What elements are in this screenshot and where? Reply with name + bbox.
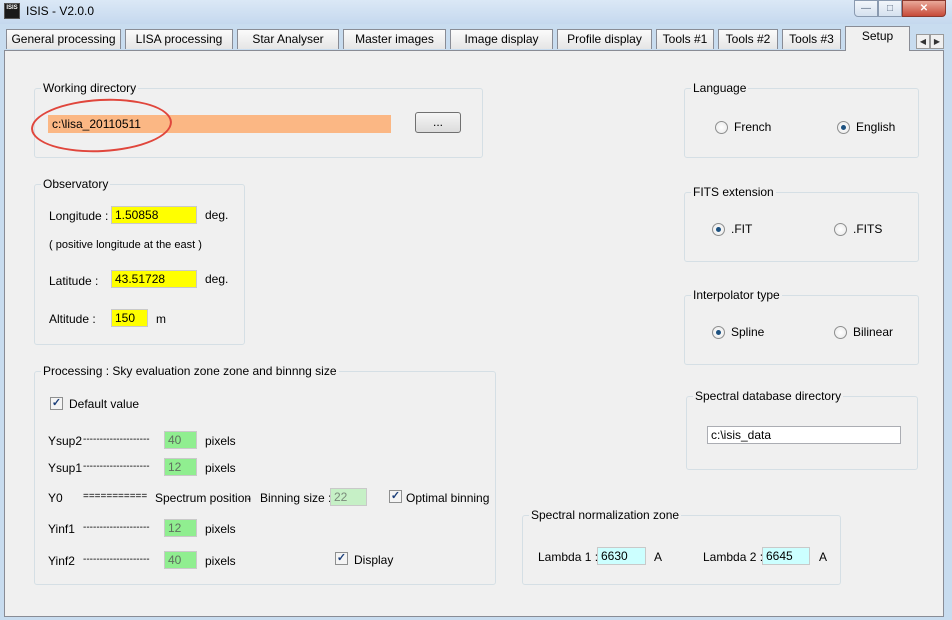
fit-label: .FIT — [731, 222, 753, 236]
tab-scroll-right-button[interactable]: ▶ — [930, 34, 944, 49]
interpolator-group: Interpolator type Spline Bilinear — [684, 288, 919, 365]
tab-profile-display[interactable]: Profile display — [557, 29, 652, 49]
lambda2-unit: A — [819, 550, 828, 564]
processing-title: Processing : Sky evaluation zone zone an… — [41, 364, 339, 378]
latitude-unit: deg. — [205, 272, 229, 286]
fits-extension-group: FITS extension .FIT .FITS — [684, 185, 919, 262]
spectral-database-input[interactable]: c:\isis_data — [707, 426, 901, 444]
yinf1-input[interactable]: 12 — [164, 519, 197, 537]
processing-group: Processing : Sky evaluation zone zone an… — [34, 364, 496, 585]
fits-radio[interactable] — [834, 223, 847, 236]
lambda2-label: Lambda 2 : — [703, 550, 764, 564]
yinf2-dashes: -------------------- — [83, 554, 150, 565]
altitude-unit: m — [156, 312, 166, 326]
yinf2-unit: pixels — [205, 554, 236, 568]
browse-button[interactable]: ... — [415, 112, 461, 133]
spectrum-position-label: Spectrum position — [155, 491, 252, 505]
y0-separator: - — [247, 491, 251, 505]
altitude-input[interactable]: 150 — [111, 309, 148, 327]
binning-size-label: Binning size : — [260, 491, 332, 505]
spline-radio[interactable] — [712, 326, 725, 339]
ysup2-dashes: -------------------- — [83, 434, 150, 445]
normalization-group: Spectral normalization zone Lambda 1 : 6… — [522, 508, 841, 585]
spline-label: Spline — [731, 325, 765, 339]
display-label: Display — [354, 553, 394, 567]
altitude-label: Altitude : — [49, 312, 96, 326]
longitude-unit: deg. — [205, 208, 229, 222]
bilinear-radio[interactable] — [834, 326, 847, 339]
language-group: Language French English — [684, 81, 919, 158]
english-label: English — [856, 120, 896, 134]
tab-setup[interactable]: Setup — [845, 26, 910, 51]
lambda1-label: Lambda 1 : — [538, 550, 599, 564]
lambda1-input[interactable]: 6630 — [597, 547, 646, 565]
ysup1-unit: pixels — [205, 461, 236, 475]
bilinear-label: Bilinear — [853, 325, 894, 339]
y0-label: Y0 — [48, 491, 63, 505]
default-value-checkbox[interactable]: ✓ — [50, 397, 63, 410]
fits-extension-title: FITS extension — [691, 185, 776, 199]
ysup1-input[interactable]: 12 — [164, 458, 197, 476]
close-icon: ✕ — [919, 3, 929, 14]
binning-size-input[interactable]: 22 — [330, 488, 367, 506]
tab-lisa-processing[interactable]: LISA processing — [125, 29, 233, 49]
optimal-binning-label: Optimal binning — [406, 491, 490, 505]
spectral-database-group: Spectral database directory c:\isis_data — [686, 389, 918, 470]
interpolator-title: Interpolator type — [691, 288, 782, 302]
latitude-input[interactable]: 43.51728 — [111, 270, 197, 288]
maximize-icon: □ — [886, 3, 894, 14]
ysup2-input[interactable]: 40 — [164, 431, 197, 449]
tab-image-display[interactable]: Image display — [450, 29, 553, 49]
lambda1-unit: A — [654, 550, 663, 564]
window-title: ISIS - V2.0.0 — [26, 4, 95, 18]
ysup2-label: Ysup2 — [48, 434, 83, 448]
normalization-title: Spectral normalization zone — [529, 508, 682, 522]
app-logo-icon: ISIS — [4, 3, 20, 19]
spectral-database-title: Spectral database directory — [693, 389, 844, 403]
french-radio[interactable] — [715, 121, 728, 134]
tab-tools-1[interactable]: Tools #1 — [656, 29, 714, 49]
latitude-label: Latitude : — [49, 274, 99, 288]
yinf2-label: Yinf2 — [48, 554, 75, 568]
default-value-label: Default value — [69, 397, 140, 411]
tab-master-images[interactable]: Master images — [343, 29, 446, 49]
lambda2-input[interactable]: 6645 — [762, 547, 810, 565]
fit-radio[interactable] — [712, 223, 725, 236]
title-bar: ISIS ISIS - V2.0.0 — □ ✕ — [0, 0, 952, 24]
observatory-title: Observatory — [41, 177, 111, 191]
working-directory-title: Working directory — [41, 81, 139, 95]
observatory-group: Observatory Longitude : 1.50858 deg. ( p… — [34, 177, 245, 345]
tab-scroll: ◀ ▶ — [916, 34, 944, 49]
yinf1-unit: pixels — [205, 522, 236, 536]
minimize-icon: — — [861, 3, 871, 14]
yinf1-dashes: -------------------- — [83, 522, 150, 533]
tab-star-analyser[interactable]: Star Analyser — [237, 29, 339, 49]
y0-equals: =========== — [83, 491, 148, 502]
language-title: Language — [691, 81, 749, 95]
ysup1-label: Ysup1 — [48, 461, 83, 475]
tab-general-processing[interactable]: General processing — [6, 29, 121, 49]
longitude-label: Longitude : — [49, 209, 109, 223]
longitude-input[interactable]: 1.50858 — [111, 206, 197, 224]
tab-strip: General processing LISA processing Star … — [4, 26, 944, 51]
ysup2-unit: pixels — [205, 434, 236, 448]
french-label: French — [734, 120, 772, 134]
ysup1-dashes: -------------------- — [83, 461, 150, 472]
optimal-binning-checkbox[interactable]: ✓ — [389, 490, 402, 503]
close-button[interactable]: ✕ — [902, 0, 946, 17]
minimize-button[interactable]: — — [854, 0, 878, 17]
english-radio[interactable] — [837, 121, 850, 134]
tab-scroll-left-button[interactable]: ◀ — [916, 34, 930, 49]
yinf2-input[interactable]: 40 — [164, 551, 197, 569]
display-checkbox[interactable]: ✓ — [335, 552, 348, 565]
fits-label: .FITS — [853, 222, 883, 236]
maximize-button[interactable]: □ — [878, 0, 902, 17]
longitude-note: ( positive longitude at the east ) — [49, 239, 202, 251]
yinf1-label: Yinf1 — [48, 522, 75, 536]
tab-tools-3[interactable]: Tools #3 — [782, 29, 841, 49]
tab-tools-2[interactable]: Tools #2 — [718, 29, 778, 49]
